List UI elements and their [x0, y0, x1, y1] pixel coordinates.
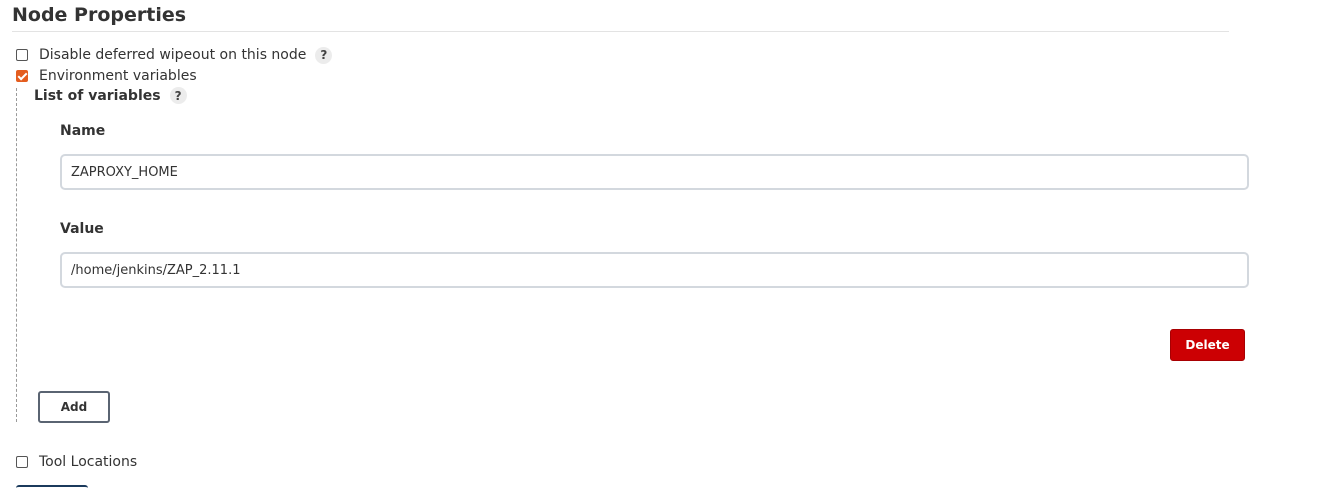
env-vars-checkbox[interactable]	[16, 70, 28, 82]
name-field-label: Name	[60, 123, 106, 139]
tool-locations-checkbox[interactable]	[16, 456, 28, 468]
help-icon[interactable]: ?	[315, 46, 333, 64]
delete-button[interactable]: Delete	[1170, 329, 1245, 361]
list-of-variables-header: List of variables ?	[34, 87, 187, 104]
value-input[interactable]	[60, 252, 1249, 288]
add-button[interactable]: Add	[38, 391, 110, 423]
value-field-label: Value	[60, 221, 104, 237]
disable-wipeout-checkbox[interactable]	[16, 49, 28, 61]
section-divider	[12, 31, 1229, 32]
name-input[interactable]	[60, 154, 1249, 190]
disable-wipeout-label[interactable]: Disable deferred wipeout on this node	[39, 47, 306, 63]
tool-locations-option[interactable]: Tool Locations	[16, 452, 137, 472]
env-vars-label[interactable]: Environment variables	[39, 68, 197, 84]
section-title: Node Properties	[12, 4, 187, 26]
help-icon[interactable]: ?	[169, 87, 187, 104]
tool-locations-label[interactable]: Tool Locations	[39, 454, 137, 470]
nested-section-guide	[16, 88, 17, 422]
disable-wipeout-option[interactable]: Disable deferred wipeout on this node ?	[16, 45, 333, 65]
env-vars-option[interactable]: Environment variables	[16, 66, 197, 86]
list-of-variables-label: List of variables	[34, 87, 161, 104]
